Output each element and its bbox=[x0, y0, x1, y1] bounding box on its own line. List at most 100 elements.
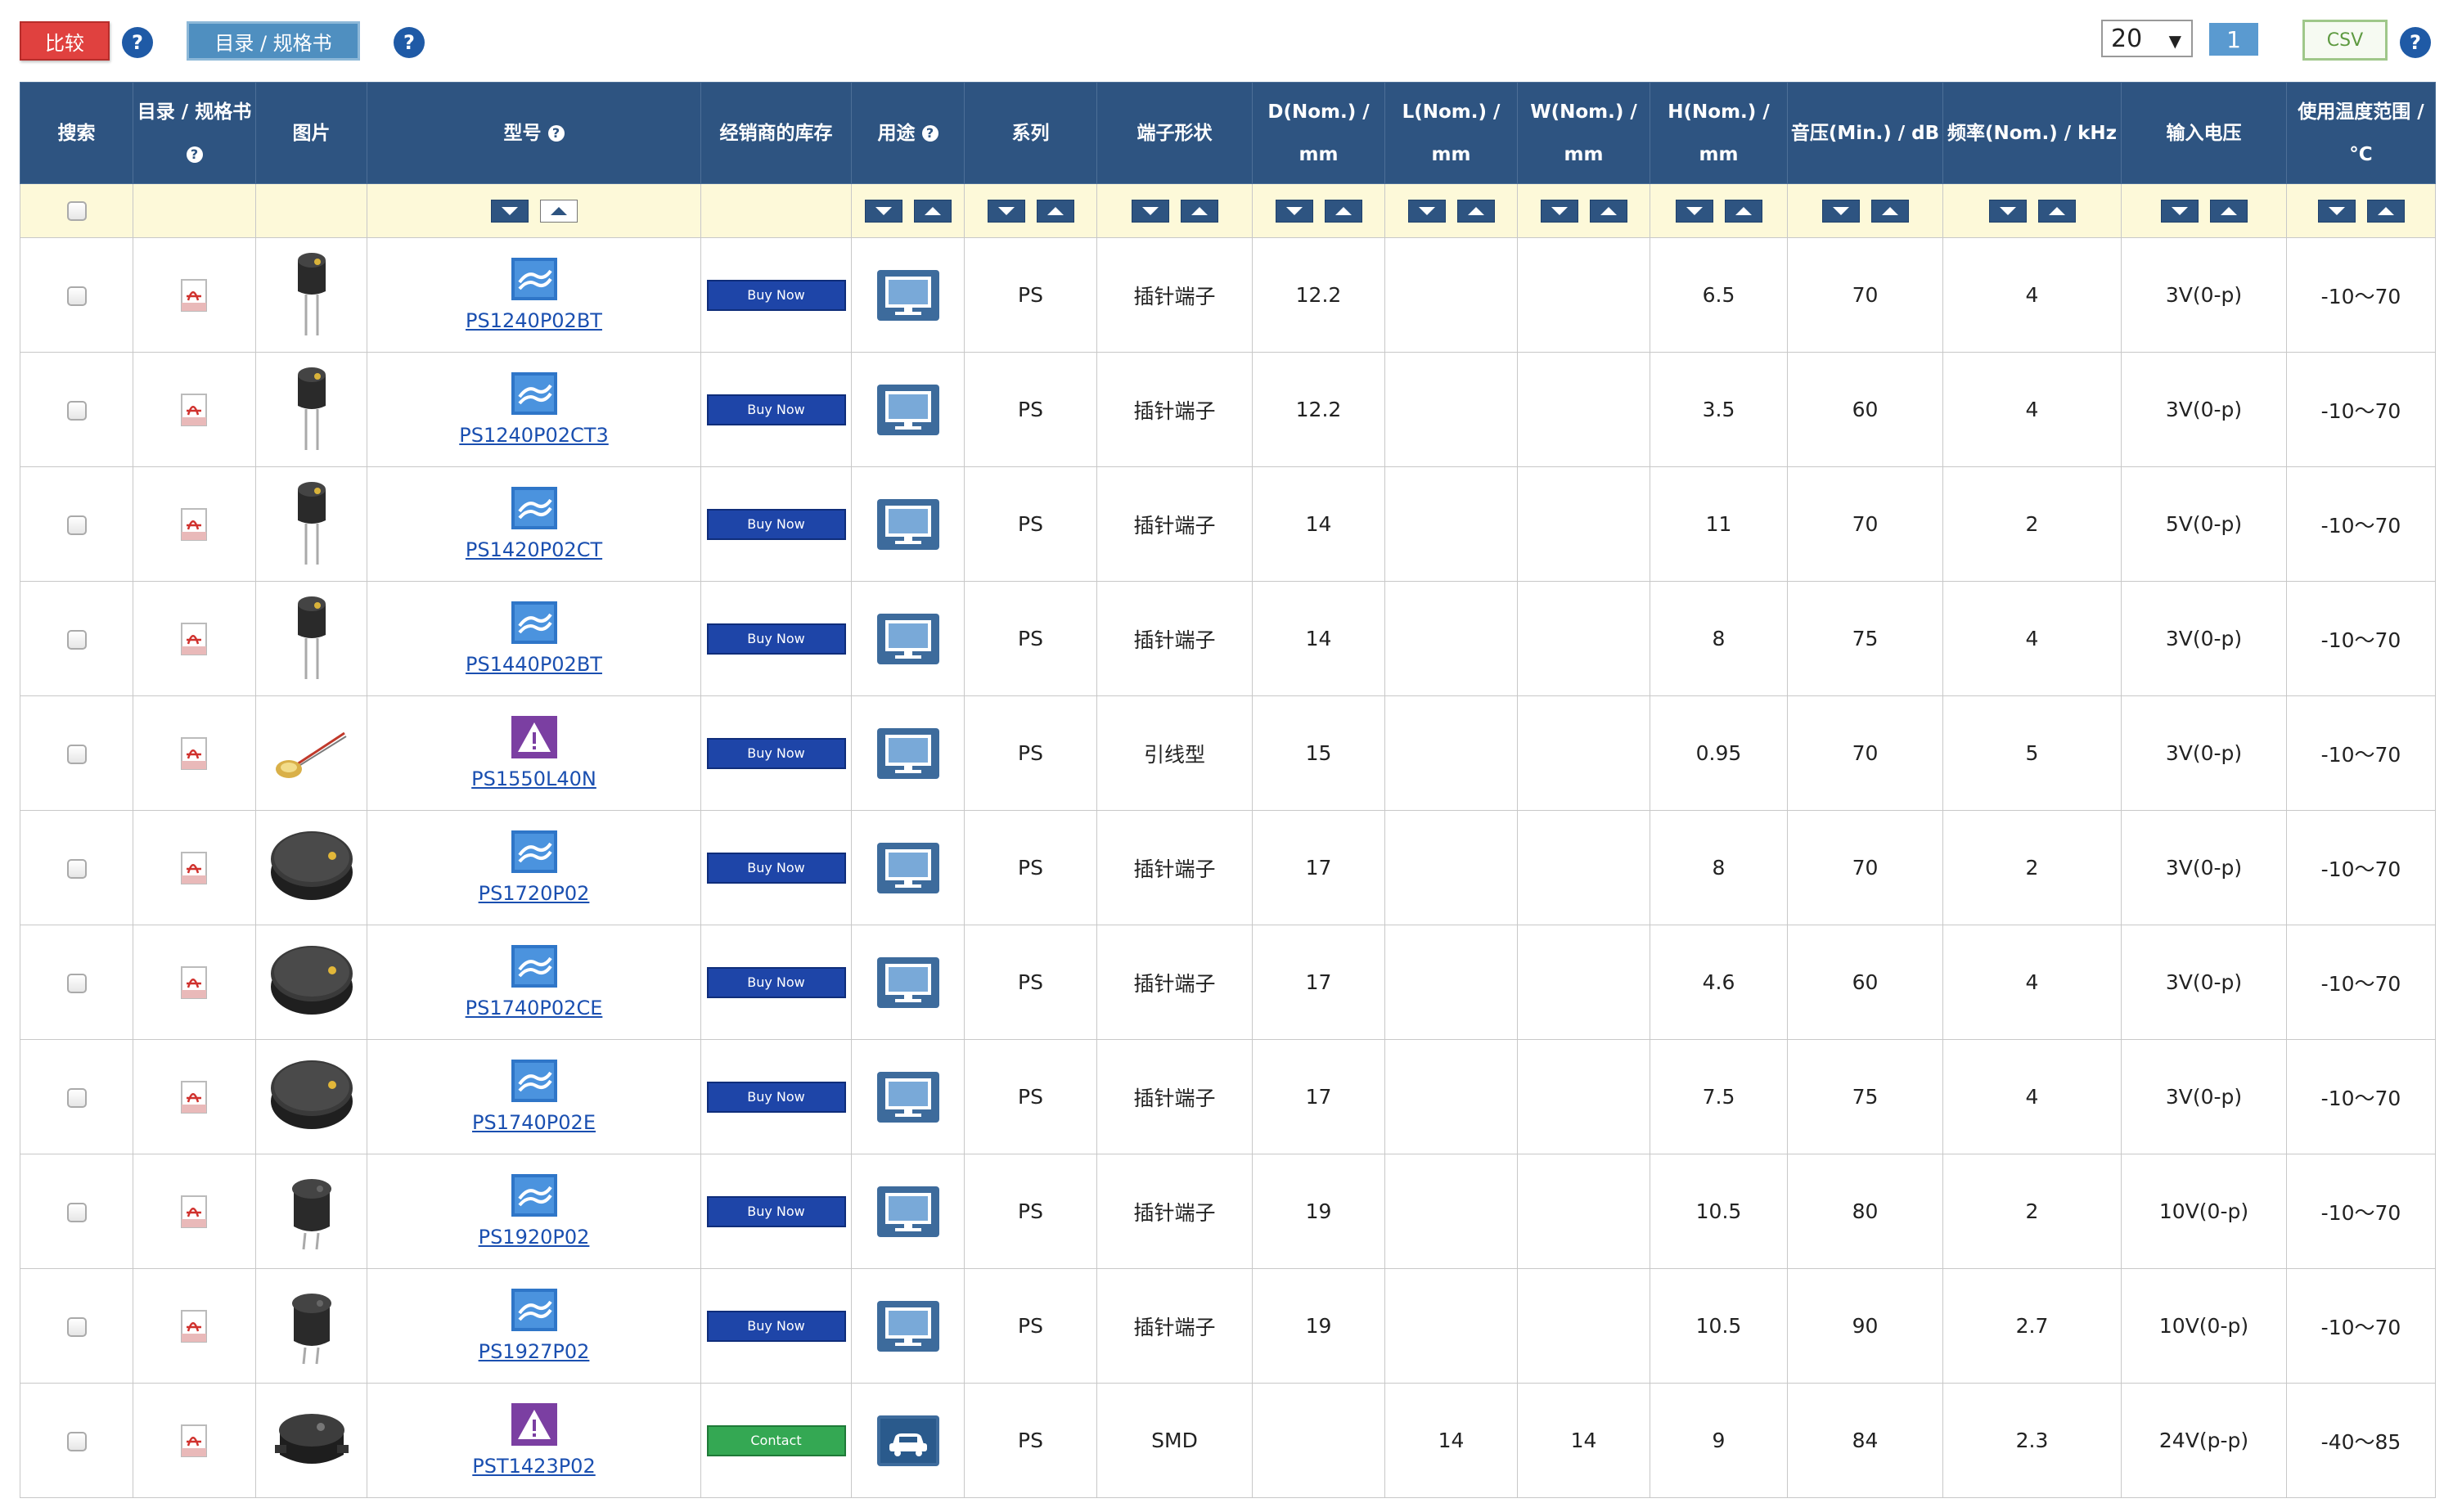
buy-now-button[interactable]: Buy Now bbox=[706, 1195, 846, 1227]
buy-now-button[interactable]: Buy Now bbox=[706, 737, 846, 769]
cell-terminal: 插针端子 bbox=[1096, 466, 1253, 582]
catalog-cell[interactable] bbox=[133, 1039, 256, 1154]
cell-freq: 2 bbox=[1942, 1154, 2122, 1269]
column-header-1: 目录 / 规格书 ? bbox=[133, 82, 256, 184]
part-number-link[interactable]: PS1740P02E bbox=[472, 1111, 596, 1134]
row-checkbox[interactable] bbox=[66, 401, 87, 421]
part-number-link[interactable]: PST1423P02 bbox=[472, 1455, 595, 1478]
product-icon bbox=[511, 1174, 557, 1217]
catalog-cell[interactable] bbox=[133, 1154, 256, 1269]
row-checkbox[interactable] bbox=[66, 515, 87, 535]
sort-ascending-button[interactable] bbox=[1589, 199, 1627, 223]
help-icon[interactable]: ? bbox=[186, 146, 203, 163]
triangle-down-icon bbox=[2171, 206, 2188, 215]
catalog-cell[interactable] bbox=[133, 581, 256, 696]
part-number-link[interactable]: PS1240P02CT3 bbox=[459, 424, 608, 447]
row-checkbox[interactable] bbox=[66, 286, 87, 306]
csv-help-icon[interactable]: ? bbox=[2400, 27, 2431, 58]
sort-descending-button[interactable] bbox=[2317, 199, 2356, 223]
contact-button[interactable]: Contact bbox=[706, 1424, 846, 1456]
row-checkbox[interactable] bbox=[66, 974, 87, 993]
column-header-10: W(Nom.) / mm bbox=[1517, 82, 1650, 184]
row-checkbox[interactable] bbox=[66, 1317, 87, 1337]
monitor-icon bbox=[876, 269, 939, 321]
sort-ascending-button[interactable] bbox=[1036, 199, 1074, 223]
sort-descending-button[interactable] bbox=[1988, 199, 2027, 223]
compare-help-icon[interactable]: ? bbox=[122, 27, 153, 58]
part-number-link[interactable]: PS1240P02BT bbox=[466, 309, 602, 332]
per-page-select[interactable]: 20 ▼ bbox=[2101, 20, 2193, 57]
sort-ascending-button[interactable] bbox=[1870, 199, 1909, 223]
cell-temp: -10～70 bbox=[2286, 237, 2436, 353]
sort-descending-button[interactable] bbox=[987, 199, 1025, 223]
buy-now-button[interactable]: Buy Now bbox=[706, 394, 846, 425]
sort-descending-button[interactable] bbox=[1275, 199, 1313, 223]
catalog-cell[interactable] bbox=[133, 810, 256, 925]
buy-now-button[interactable]: Buy Now bbox=[706, 279, 846, 311]
toolbar: 比较 ? 目录 / 规格书 ? 20 ▼ 1 CSV ? bbox=[0, 0, 2444, 82]
buy-now-button[interactable]: Buy Now bbox=[706, 966, 846, 998]
sort-descending-button[interactable] bbox=[490, 199, 529, 223]
sort-ascending-button[interactable] bbox=[1724, 199, 1762, 223]
part-number-link[interactable]: PS1420P02CT bbox=[466, 538, 602, 561]
compare-button[interactable]: 比较 bbox=[20, 21, 110, 61]
sort-descending-button[interactable] bbox=[1407, 199, 1446, 223]
catalog-cell[interactable] bbox=[133, 1383, 256, 1498]
sort-descending-button[interactable] bbox=[1131, 199, 1169, 223]
row-checkbox[interactable] bbox=[66, 745, 87, 764]
page-number-button[interactable]: 1 bbox=[2209, 23, 2258, 56]
sort-ascending-button[interactable] bbox=[1324, 199, 1362, 223]
row-checkbox[interactable] bbox=[66, 1088, 87, 1108]
catalog-cell[interactable] bbox=[133, 1268, 256, 1384]
catalog-cell[interactable] bbox=[133, 925, 256, 1040]
part-number-link[interactable]: PS1740P02CE bbox=[466, 997, 603, 1019]
pdf-icon bbox=[180, 278, 207, 312]
sort-descending-button[interactable] bbox=[2160, 199, 2199, 223]
cell-temp: -10～70 bbox=[2286, 1039, 2436, 1154]
part-number-link[interactable]: PS1720P02 bbox=[479, 882, 590, 905]
row-checkbox[interactable] bbox=[66, 630, 87, 650]
sort-ascending-button[interactable] bbox=[2037, 199, 2076, 223]
cell-l: 14 bbox=[1384, 1383, 1518, 1498]
buy-now-button[interactable]: Buy Now bbox=[706, 508, 846, 540]
part-number-link[interactable]: PS1927P02 bbox=[479, 1340, 590, 1363]
cell-l bbox=[1384, 1154, 1518, 1269]
cell-spl: 84 bbox=[1787, 1383, 1943, 1498]
sort-ascending-button[interactable] bbox=[1456, 199, 1495, 223]
sort-ascending-button[interactable] bbox=[1180, 199, 1218, 223]
row-checkbox[interactable] bbox=[66, 859, 87, 879]
image-cell bbox=[255, 352, 367, 467]
catalog-button[interactable]: 目录 / 规格书 bbox=[187, 21, 360, 61]
row-checkbox[interactable] bbox=[66, 1432, 87, 1451]
buy-now-button[interactable]: Buy Now bbox=[706, 852, 846, 884]
sort-ascending-button[interactable] bbox=[539, 199, 578, 223]
buy-now-button[interactable]: Buy Now bbox=[706, 1081, 846, 1113]
sort-descending-button[interactable] bbox=[864, 199, 902, 223]
sort-cell bbox=[700, 183, 852, 238]
sort-ascending-button[interactable] bbox=[2209, 199, 2248, 223]
cell-freq: 4 bbox=[1942, 352, 2122, 467]
catalog-cell[interactable] bbox=[133, 695, 256, 811]
sort-descending-button[interactable] bbox=[1540, 199, 1578, 223]
part-number-link[interactable]: PS1550L40N bbox=[471, 767, 596, 790]
sort-descending-button[interactable] bbox=[1675, 199, 1713, 223]
csv-button[interactable]: CSV bbox=[2302, 20, 2388, 61]
pdf-icon bbox=[180, 965, 207, 999]
part-number-link[interactable]: PS1920P02 bbox=[479, 1226, 590, 1249]
help-icon[interactable]: ? bbox=[547, 125, 565, 142]
select-all-checkbox[interactable] bbox=[66, 200, 87, 221]
catalog-help-icon[interactable]: ? bbox=[394, 27, 425, 58]
catalog-cell[interactable] bbox=[133, 237, 256, 353]
help-icon[interactable]: ? bbox=[921, 125, 938, 142]
sort-ascending-button[interactable] bbox=[913, 199, 952, 223]
catalog-cell[interactable] bbox=[133, 466, 256, 582]
row-checkbox[interactable] bbox=[66, 1203, 87, 1222]
monitor-icon bbox=[876, 1071, 939, 1123]
buy-now-button[interactable]: Buy Now bbox=[706, 623, 846, 655]
sort-descending-button[interactable] bbox=[1821, 199, 1860, 223]
catalog-cell[interactable] bbox=[133, 352, 256, 467]
part-number-link[interactable]: PS1440P02BT bbox=[466, 653, 602, 676]
sort-ascending-button[interactable] bbox=[2366, 199, 2405, 223]
buy-now-button[interactable]: Buy Now bbox=[706, 1310, 846, 1342]
sort-buttons bbox=[1988, 199, 2076, 223]
